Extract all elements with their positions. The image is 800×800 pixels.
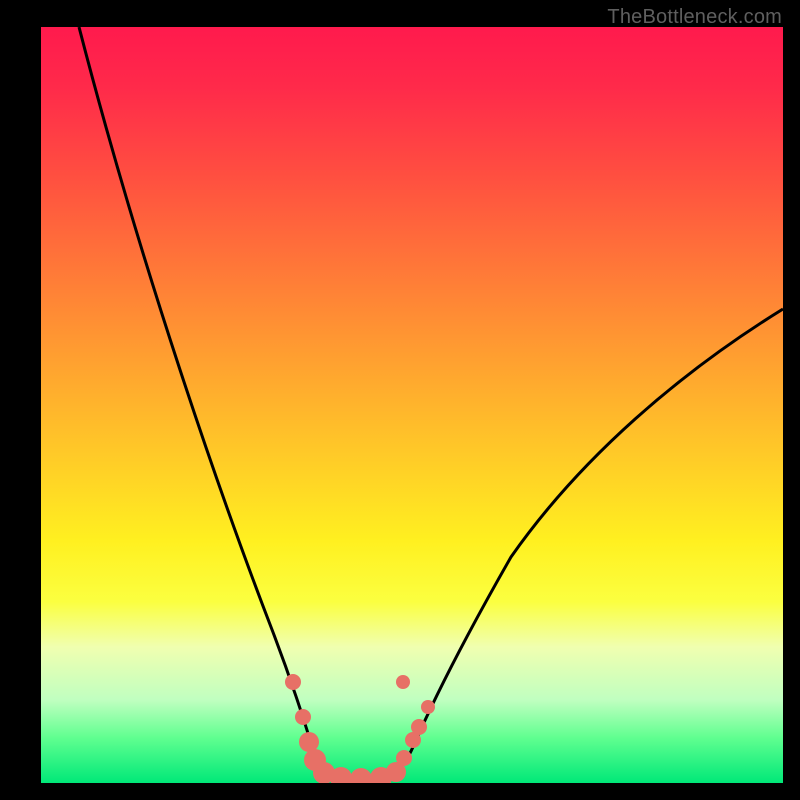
marker [411,719,427,735]
marker [350,768,372,783]
marker [299,732,319,752]
marker [285,674,301,690]
plot-area [41,27,783,783]
marker [421,700,435,714]
marker [396,675,410,689]
left-curve [79,27,371,781]
watermark-text: TheBottleneck.com [607,6,782,29]
chart-svg [41,27,783,783]
marker [295,709,311,725]
chart-container: TheBottleneck.com [0,0,800,800]
marker [396,750,412,766]
